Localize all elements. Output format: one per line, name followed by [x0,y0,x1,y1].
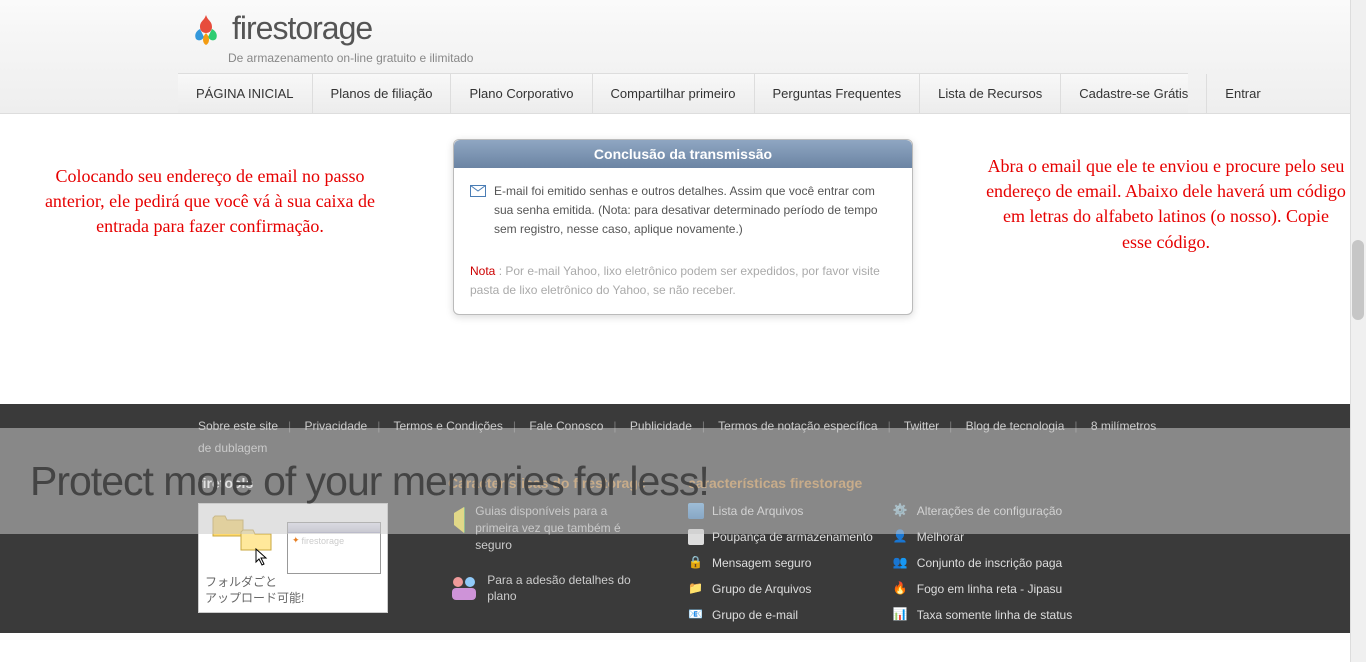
features-title: características firestorage [688,475,1168,491]
nav-signup[interactable]: Cadastre-se Grátis [1061,74,1207,113]
folder-group-icon: 📁 [688,581,704,597]
characteristic-text: Para a adesão detalhes do plano [487,572,648,606]
feature-item[interactable]: ⚙️ Alterações de configuração [893,503,1072,519]
feature-label: Conjunto de inscrição paga [917,556,1062,570]
feature-label: Mensagem seguro [712,556,811,570]
nav-share[interactable]: Compartilhar primeiro [593,74,755,113]
user-icon: 👤 [893,529,909,545]
beginner-badge-icon [448,503,465,535]
storage-icon [688,529,704,545]
transmission-dialog: Conclusão da transmissão E-mail foi emit… [453,139,913,315]
mail-icon [470,185,486,197]
firetool-card[interactable]: ✦firestorage フォルダごと アップロード可能! [198,503,388,613]
feature-label: Melhorar [917,530,964,544]
mini-window: ✦firestorage [287,522,381,574]
features-column: características firestorage Lista de Arq… [688,475,1168,623]
footer-link[interactable]: Termos de notação específica [718,419,877,433]
gear-icon: ⚙️ [893,503,909,519]
feature-label: Fogo em linha reta - Jipasu [917,582,1062,596]
feature-item[interactable]: 📊 Taxa somente linha de status [893,607,1072,623]
feature-label: Lista de Arquivos [712,504,803,518]
dialog-body-text: E-mail foi emitido senhas e outros detal… [494,182,896,240]
scrollbar-track[interactable] [1350,0,1366,662]
annotation-right: Abra o email que ele te enviou e procure… [986,154,1346,255]
feature-label: Taxa somente linha de status [917,608,1072,622]
nota-text: : Por e-mail Yahoo, lixo eletrônico pode… [470,264,880,297]
footer-link[interactable]: Privacidade [305,419,368,433]
nav-corporate[interactable]: Plano Corporativo [451,74,592,113]
lock-icon: 🔒 [688,555,704,571]
list-icon [688,503,704,519]
firetools-column: firetools ✦firestorage フォルダごと アップロード可能! [198,475,408,623]
scrollbar-thumb[interactable] [1352,240,1364,320]
feature-item[interactable]: 🔒 Mensagem seguro [688,555,873,571]
logo[interactable]: firestorage [178,10,1188,47]
feature-item[interactable]: 👥 Conjunto de inscrição paga [893,555,1072,571]
feature-item[interactable]: 📁 Grupo de Arquivos [688,581,873,597]
nota-label: Nota [470,264,495,278]
characteristics-title: Características do firestorage [448,475,648,491]
footer: Sobre este site| Privacidade| Termos e C… [0,404,1366,633]
dialog-note: Nota : Por e-mail Yahoo, lixo eletrônico… [470,262,896,300]
fire-icon: 🔥 [893,581,909,597]
footer-link[interactable]: Termos e Condições [393,419,502,433]
footer-link[interactable]: Twitter [904,419,939,433]
characteristic-item[interactable]: Para a adesão detalhes do plano [448,572,648,606]
feature-item[interactable]: Poupança de armazenamento [688,529,873,545]
nav-resources[interactable]: Lista de Recursos [920,74,1061,113]
cursor-icon [255,548,269,566]
characteristics-column: Características do firestorage Guias dis… [448,475,648,623]
flame-logo-icon [188,11,224,47]
content: photobucket Colocando seu endereço de em… [0,114,1366,404]
feature-item[interactable]: 📧 Grupo de e-mail [688,607,873,623]
characteristic-text: Guias disponíveis para a primeira vez qu… [475,503,648,553]
nav-home[interactable]: PÁGINA INICIAL [178,74,313,113]
firetool-jp-text: フォルダごと アップロード可能! [205,575,381,606]
feature-label: Alterações de configuração [917,504,1062,518]
footer-link[interactable]: Blog de tecnologia [966,419,1065,433]
users-icon: 👥 [893,555,909,571]
feature-label: Grupo de e-mail [712,608,798,622]
feature-item[interactable]: 👤 Melhorar [893,529,1072,545]
footer-link[interactable]: Fale Conosco [529,419,603,433]
footer-link[interactable]: Publicidade [630,419,692,433]
mail-group-icon: 📧 [688,607,704,623]
main-nav: PÁGINA INICIAL Planos de filiação Plano … [178,73,1188,113]
mini-window-label: firestorage [302,536,345,546]
nav-login[interactable]: Entrar [1207,74,1278,113]
footer-link[interactable]: Sobre este site [198,419,278,433]
feature-item[interactable]: 🔥 Fogo em linha reta - Jipasu [893,581,1072,597]
brand-name: firestorage [232,10,372,47]
firetools-title: firetools [198,475,408,491]
annotation-left: Colocando seu endereço de email no passo… [30,164,390,240]
feature-item[interactable]: Lista de Arquivos [688,503,873,519]
people-icon [448,572,477,604]
status-icon: 📊 [893,607,909,623]
header: firestorage De armazenamento on-line gra… [0,0,1366,114]
nav-plans[interactable]: Planos de filiação [313,74,452,113]
dialog-title: Conclusão da transmissão [454,140,912,168]
feature-label: Poupança de armazenamento [712,530,873,544]
footer-links: Sobre este site| Privacidade| Termos e C… [178,404,1188,465]
nav-faq[interactable]: Perguntas Frequentes [755,74,921,113]
feature-label: Grupo de Arquivos [712,582,811,596]
brand-tagline: De armazenamento on-line gratuito e ilim… [178,47,1188,73]
characteristic-item[interactable]: Guias disponíveis para a primeira vez qu… [448,503,648,553]
